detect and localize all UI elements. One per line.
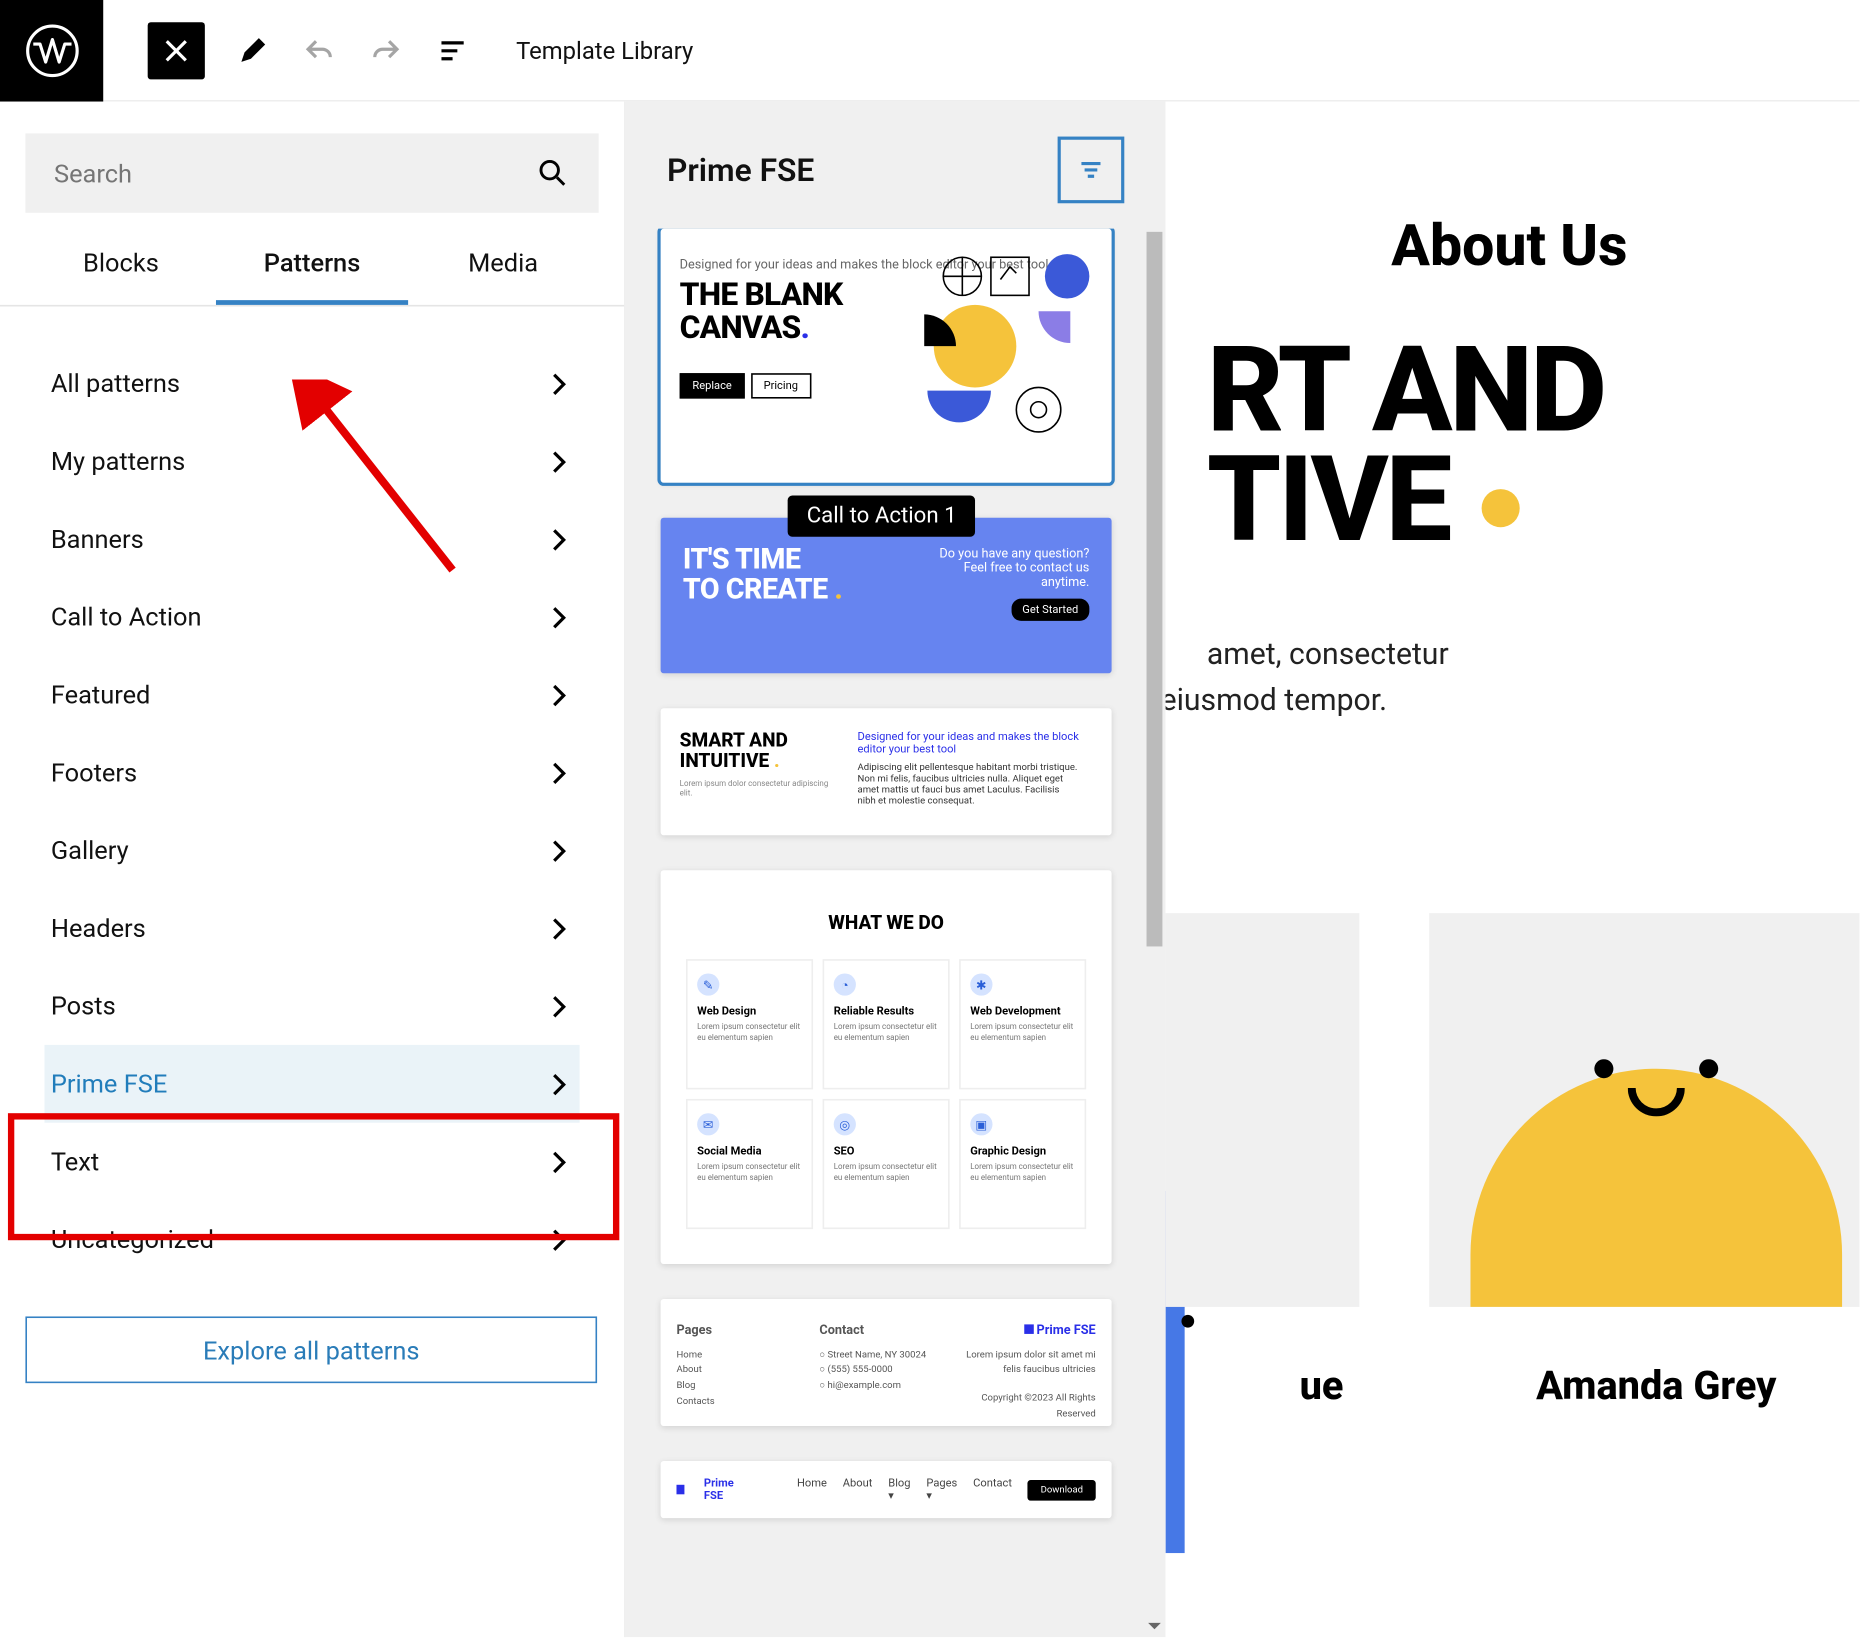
scroll-down-icon[interactable] (1145, 1612, 1164, 1634)
pattern-what-we-do[interactable]: WHAT WE DO ✎Web DesignLorem ipsum consec… (661, 870, 1112, 1264)
chevron-right-icon (545, 1225, 574, 1254)
pattern-tooltip: Call to Action 1 (788, 495, 976, 536)
category-gallery[interactable]: Gallery (44, 811, 579, 889)
chevron-right-icon (545, 836, 574, 865)
chevron-right-icon (545, 525, 574, 554)
chevron-right-icon (545, 369, 574, 398)
search-box[interactable] (25, 133, 598, 212)
category-featured[interactable]: Featured (44, 656, 579, 734)
category-my-patterns[interactable]: My patterns (44, 422, 579, 500)
mid-panel-title: Prime FSE (667, 151, 814, 189)
pattern-header-nav[interactable]: Prime FSE HomeAboutBlog ▾Pages ▾Contact … (661, 1461, 1112, 1518)
chevron-right-icon (545, 914, 574, 943)
chevron-right-icon (545, 603, 574, 632)
tab-blocks[interactable]: Blocks (25, 248, 216, 305)
pattern-call-to-action-1[interactable]: IT'S TIMETO CREATE . Do you have any que… (661, 518, 1112, 674)
editor-canvas[interactable]: About Us RT ANDTIVE amet, consecteturo e… (1166, 102, 1860, 1638)
pattern-blank-canvas[interactable]: Designed for your ideas and makes the bl… (661, 229, 1112, 483)
redo-icon[interactable] (367, 31, 405, 69)
category-prime-fse[interactable]: Prime FSE (44, 1045, 579, 1123)
category-footers[interactable]: Footers (44, 734, 579, 812)
wordpress-logo[interactable] (0, 0, 103, 101)
close-button[interactable] (148, 21, 205, 78)
search-icon (535, 156, 570, 191)
canvas-person-card-2: Amanda Grey (1429, 913, 1859, 1410)
canvas-paragraph: amet, consecteturo eiusmod tempor. (1207, 632, 1812, 723)
explore-all-patterns-button[interactable]: Explore all patterns (25, 1316, 597, 1383)
category-posts[interactable]: Posts (44, 967, 579, 1045)
chevron-right-icon (545, 1147, 574, 1176)
filter-button[interactable] (1058, 137, 1125, 204)
category-call-to-action[interactable]: Call to Action (44, 578, 579, 656)
chevron-right-icon (545, 758, 574, 787)
category-all-patterns[interactable]: All patterns (44, 345, 579, 423)
chevron-right-icon (545, 1070, 574, 1099)
canvas-about-heading: About Us (1207, 213, 1812, 280)
pattern-footer[interactable]: Pages HomeAboutBlogContacts Contact ○ St… (661, 1299, 1112, 1426)
list-view-icon[interactable] (434, 31, 472, 69)
chevron-right-icon (545, 992, 574, 1021)
filter-icon (1077, 156, 1106, 185)
undo-icon[interactable] (300, 31, 338, 69)
edit-icon[interactable] (233, 31, 271, 69)
mid-scrollbar[interactable] (1147, 232, 1163, 947)
top-title: Template Library (516, 36, 693, 65)
category-banners[interactable]: Banners (44, 500, 579, 578)
canvas-person-card-1: ue (1166, 913, 1360, 1410)
category-text[interactable]: Text (44, 1123, 579, 1201)
tab-patterns[interactable]: Patterns (216, 248, 407, 305)
decorative-shapes (915, 248, 1106, 470)
search-input[interactable] (54, 158, 535, 188)
chevron-right-icon (545, 447, 574, 476)
tab-media[interactable]: Media (408, 248, 599, 305)
canvas-headline: RT ANDTIVE (1207, 337, 1812, 556)
chevron-right-icon (545, 680, 574, 709)
pattern-smart-intuitive[interactable]: SMART ANDINTUITIVE . Lorem ipsum dolor c… (661, 708, 1112, 835)
category-uncategorized[interactable]: Uncategorized (44, 1201, 579, 1279)
category-headers[interactable]: Headers (44, 889, 579, 967)
